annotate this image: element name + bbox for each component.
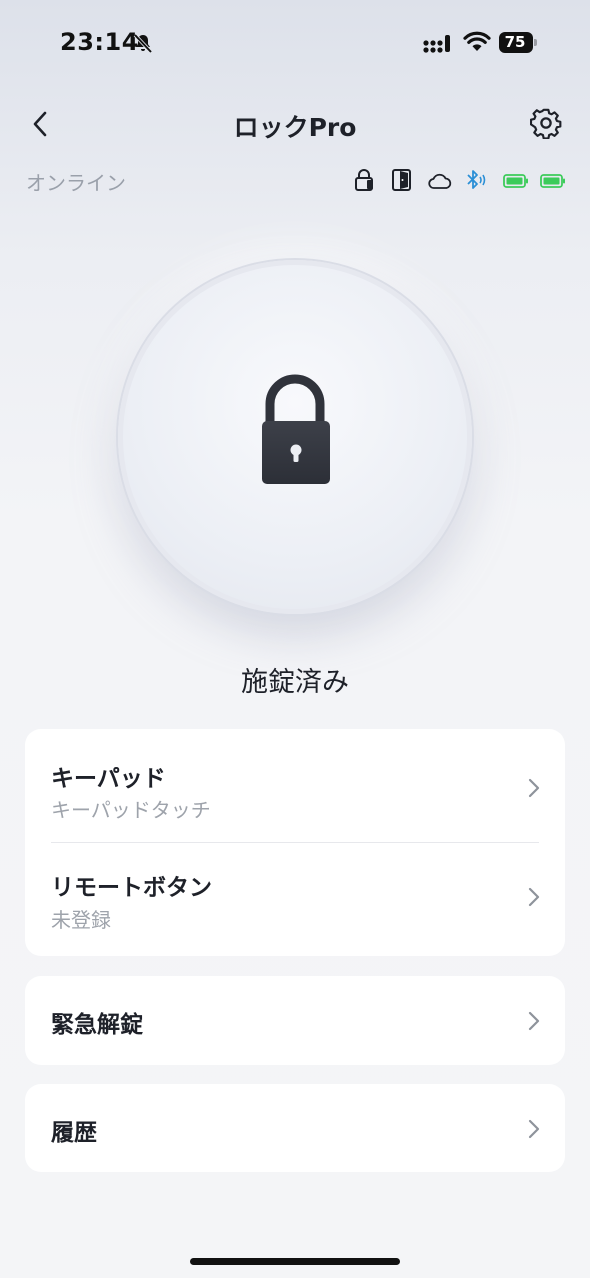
- chevron-right-icon: [528, 1119, 540, 1139]
- battery-icon: 75: [499, 32, 537, 54]
- history-title: 履歴: [51, 1120, 97, 1146]
- battery-level-text: 75: [504, 33, 526, 51]
- online-status-label: オンライン: [26, 171, 126, 195]
- home-indicator[interactable]: [190, 1258, 400, 1265]
- accessories-card: キーパッド キーパッドタッチ リモートボタン 未登録: [25, 729, 565, 956]
- status-time: 23:14: [60, 28, 139, 56]
- cellular-signal-icon: [423, 35, 450, 53]
- cloud-icon: [428, 173, 452, 189]
- padlock-icon: [262, 374, 330, 484]
- emergency-unlock-title: 緊急解錠: [51, 1012, 143, 1038]
- remote-button-title: リモートボタン: [51, 875, 212, 901]
- remote-button-row[interactable]: リモートボタン 未登録: [25, 843, 565, 956]
- bluetooth-icon: [467, 170, 486, 189]
- settings-button[interactable]: [525, 102, 567, 144]
- chevron-right-icon: [528, 887, 540, 907]
- gear-icon: [530, 108, 562, 139]
- remote-button-subtitle: 未登録: [51, 908, 111, 932]
- wifi-icon: [463, 31, 491, 51]
- lock-battery-icon: [503, 174, 528, 188]
- keypad-title: キーパッド: [51, 766, 166, 792]
- chevron-right-icon: [528, 1011, 540, 1031]
- keypad-subtitle: キーパッドタッチ: [51, 798, 211, 822]
- page-title: ロックPro: [233, 113, 357, 142]
- keypad-row[interactable]: キーパッド キーパッドタッチ: [25, 729, 565, 842]
- emergency-unlock-card[interactable]: 緊急解錠: [25, 976, 565, 1065]
- keypad-battery-icon: [540, 174, 565, 188]
- lock-status-icon: [355, 169, 373, 191]
- lock-status-label: 施錠済み: [241, 667, 349, 698]
- chevron-right-icon: [528, 778, 540, 798]
- door-icon: [392, 169, 411, 191]
- history-card[interactable]: 履歴: [25, 1084, 565, 1172]
- bell-muted-icon: [133, 33, 153, 54]
